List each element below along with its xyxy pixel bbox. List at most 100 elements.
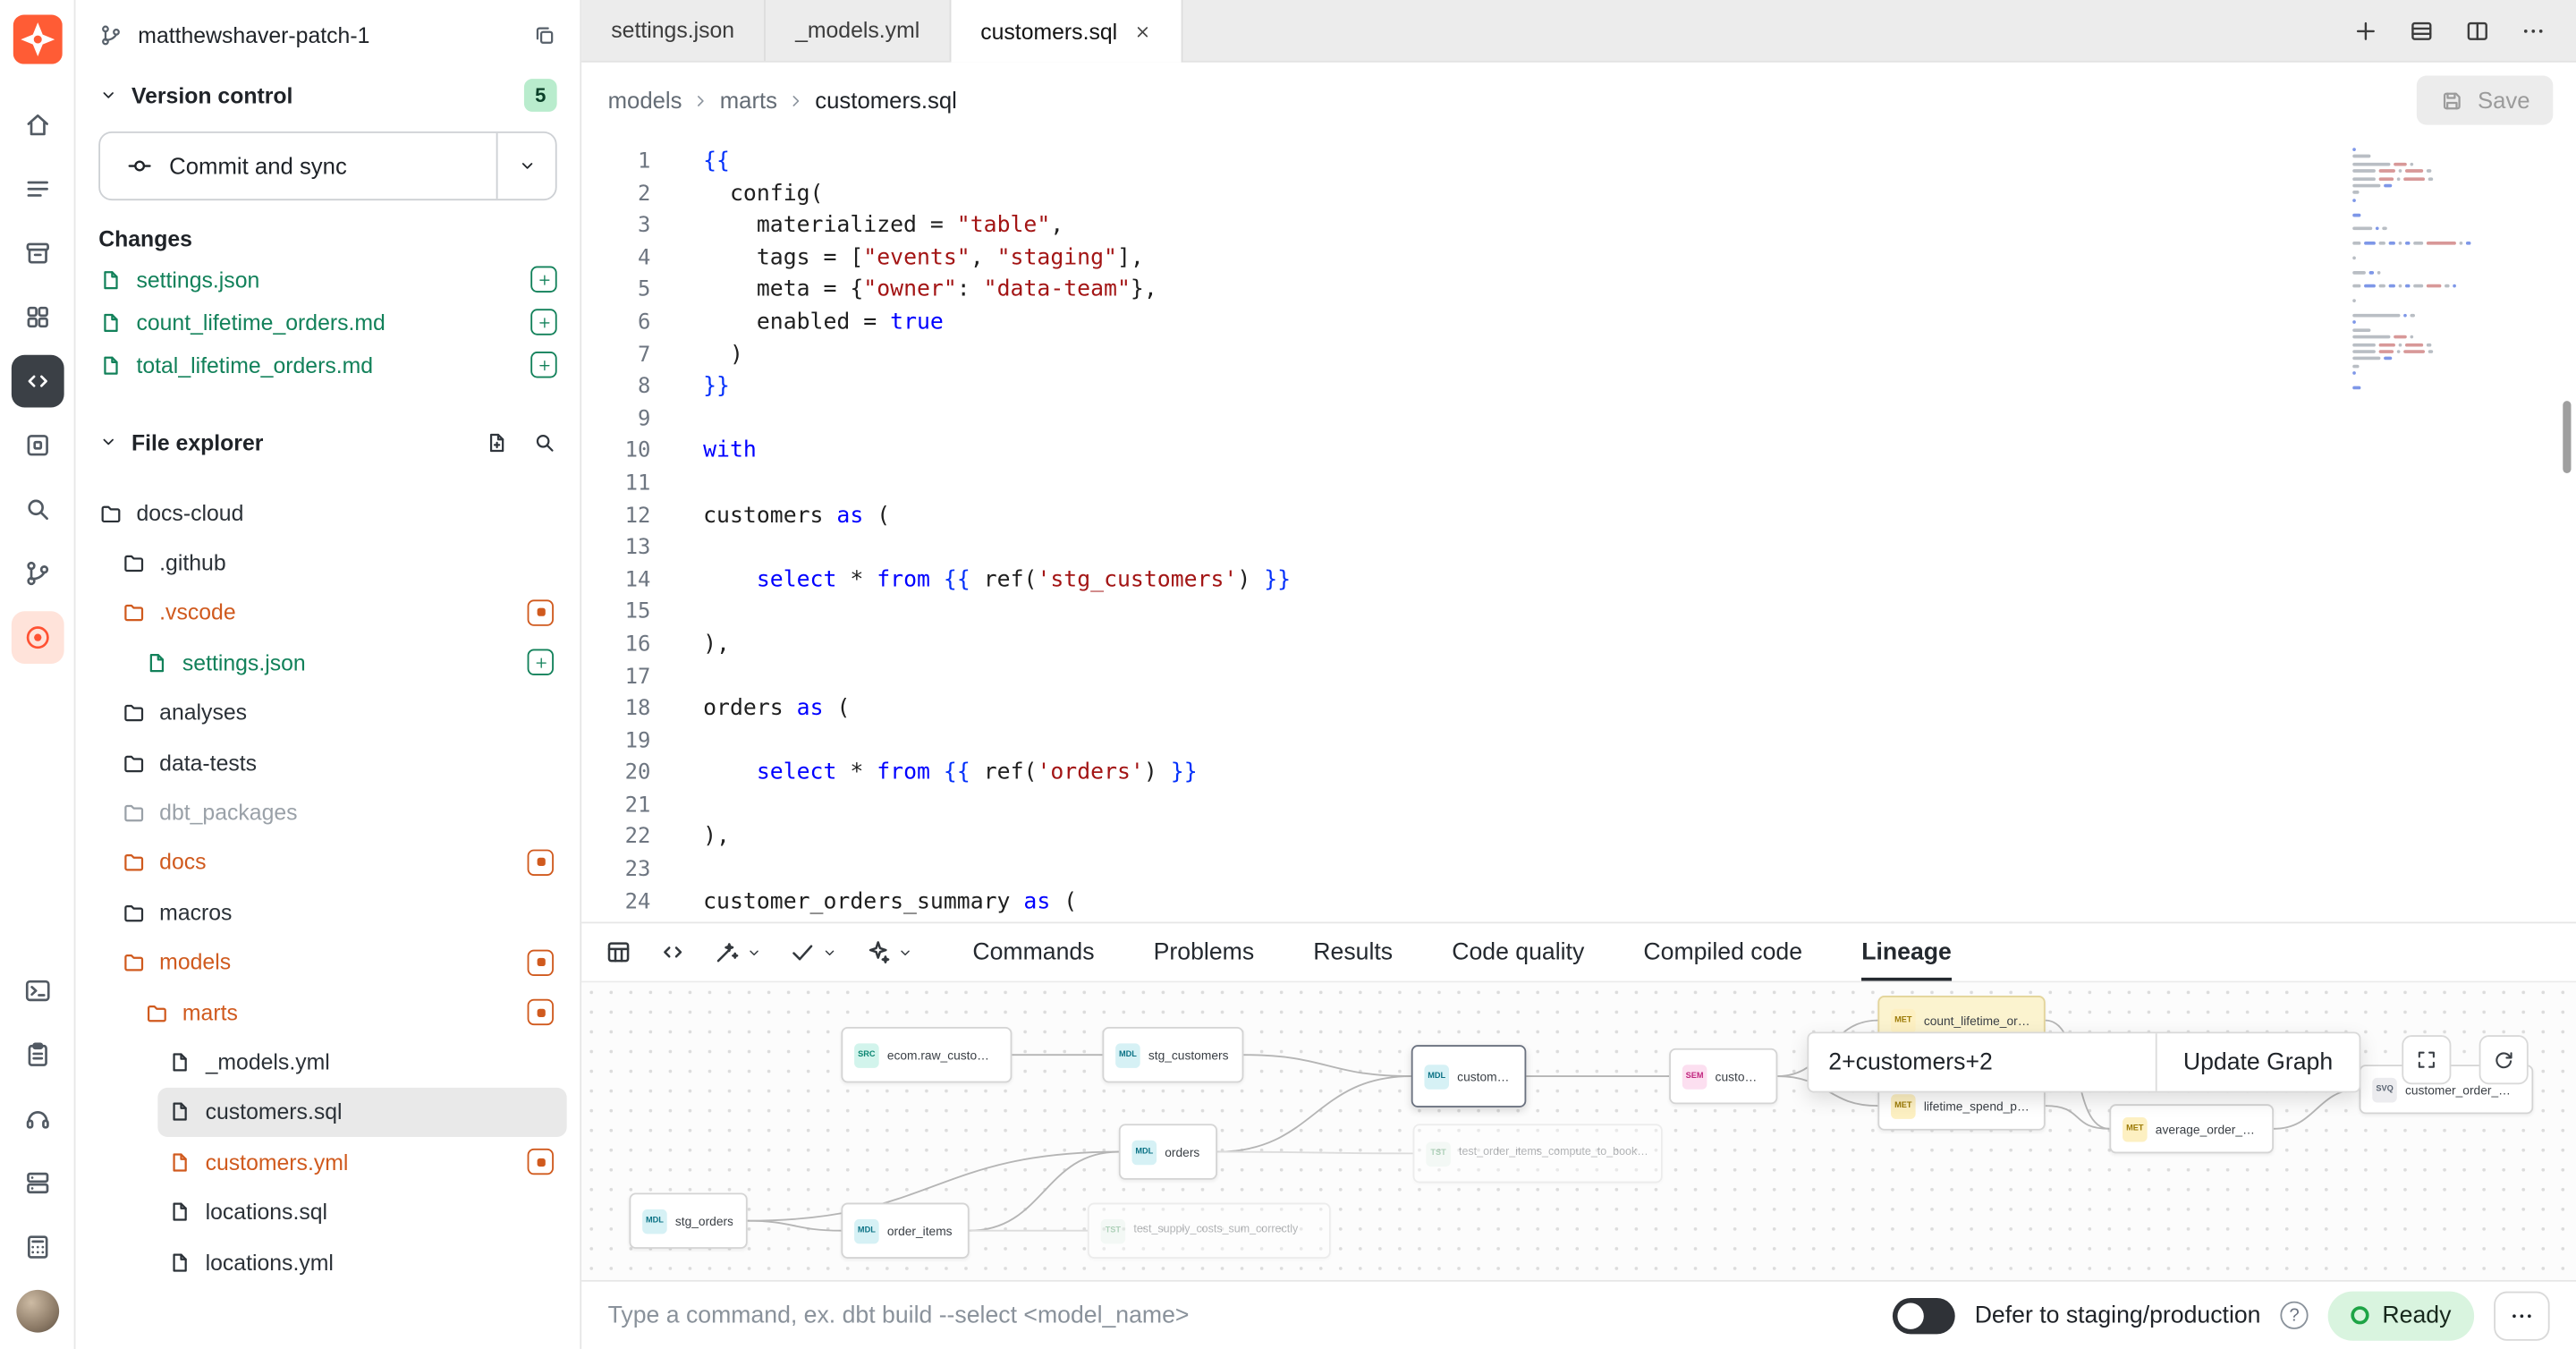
lineage-node-test_order_items[interactable]: TSTtest_order_items_compute_to_book_corr… [1413,1124,1663,1183]
tree-item-docs[interactable]: docs [112,837,567,887]
file-explorer-title: File explorer [131,429,263,454]
command-input[interactable]: Type a command, ex. dbt build --select <… [608,1302,1873,1328]
lineage-node-orders[interactable]: MDLorders [1119,1124,1217,1179]
breadcrumb-item[interactable]: marts [720,87,777,113]
tree-item-models[interactable]: models [112,938,567,988]
rail-item-catalog[interactable] [11,163,64,216]
results-table-button[interactable] [605,938,632,966]
rail-item-jobs[interactable] [11,226,64,279]
rail-item-explore[interactable] [11,483,64,536]
tree-item-analyses[interactable]: analyses [112,688,567,738]
rail-item-apps[interactable] [11,291,64,344]
tree-item-dbt_packages[interactable]: dbt_packages [112,787,567,837]
modified-badge [528,599,554,625]
dbt-cloud-ide: matthewshaver-patch-1 Version control 5 … [0,0,2576,1349]
changed-file-total_lifetime_orders.md[interactable]: total_lifetime_orders.md [75,344,580,386]
changed-file-count_lifetime_orders.md[interactable]: count_lifetime_orders.md [75,301,580,344]
tab-_models.yml[interactable]: _models.yml [766,0,951,61]
tree-item-locations.yml[interactable]: locations.yml [157,1237,566,1287]
rail-item-support[interactable] [11,1092,64,1145]
lineage-node-stg_customers[interactable]: MDLstg_customers [1102,1027,1243,1082]
save-button[interactable]: Save [2417,75,2553,124]
panel-tab-Commands[interactable]: Commands [972,923,1094,980]
new-file-icon[interactable] [485,429,510,454]
user-avatar[interactable] [15,1290,58,1333]
breadcrumb-item[interactable]: customers.sql [815,87,957,113]
lineage-node-customers_sem[interactable]: SEMcustomers [1669,1048,1777,1104]
commit-options-button[interactable] [496,133,555,199]
changed-file-settings.json[interactable]: settings.json [75,258,580,301]
rail-item-semantic-layer[interactable] [11,1221,64,1274]
lint-menu-button[interactable] [713,938,762,966]
rail-item-environments[interactable] [11,419,64,471]
close-tab-icon[interactable] [1134,22,1152,40]
lineage-node-average_order_value[interactable]: METaverage_order_value [2109,1104,2274,1153]
tab-list-icon[interactable] [2409,17,2435,43]
code-line [703,725,2576,758]
more-options-icon[interactable] [2521,17,2546,43]
rail-item-copilot[interactable] [11,611,64,664]
rail-item-tasks[interactable] [11,1029,64,1082]
defer-toggle[interactable] [1893,1297,1955,1333]
node-type-badge: SEM [1682,1064,1707,1089]
panel-tab-Results[interactable]: Results [1313,923,1393,980]
folder-icon [122,700,147,725]
search-icon[interactable] [532,429,557,454]
lineage-node-raw_customers[interactable]: SRCecom.raw_customers [841,1027,1012,1082]
copy-branch-icon[interactable] [532,22,557,47]
code-view-button[interactable] [659,938,687,966]
update-graph-button[interactable]: Update Graph [2156,1033,2360,1090]
code-line: customers as ( [703,500,2576,532]
node-type-badge: MET [1891,1093,1916,1118]
format-menu-button[interactable] [789,938,838,966]
panel-tab-Lineage[interactable]: Lineage [1861,923,1952,980]
panel-tab-Problems[interactable]: Problems [1154,923,1254,980]
tree-item-data-tests[interactable]: data-tests [112,738,567,788]
tree-item-.vscode[interactable]: .vscode [112,588,567,638]
rail-item-orchestration[interactable] [11,547,64,600]
tree-item-.github[interactable]: .github [112,538,567,588]
new-tab-icon[interactable] [2352,17,2378,43]
lineage-node-test_supply[interactable]: TSTtest_supply_costs_sum_correctly [1088,1202,1331,1258]
changes-count-badge: 5 [524,79,557,112]
lineage-selector-input[interactable] [1809,1033,2155,1090]
code-line: ), [703,822,2576,854]
tree-item-locations.sql[interactable]: locations.sql [157,1187,566,1237]
more-button[interactable] [2494,1291,2549,1340]
editor-scrollbar[interactable] [2563,401,2571,473]
panel-tab-Code quality[interactable]: Code quality [1452,923,1584,980]
dbt-logo-icon[interactable] [13,15,62,72]
branch-selector[interactable]: matthewshaver-patch-1 [75,0,580,69]
tab-customers.sql[interactable]: customers.sql [951,0,1182,63]
minimap[interactable] [2340,138,2485,393]
refresh-button[interactable] [2479,1035,2529,1084]
modified-badge [528,1149,554,1175]
lineage-node-order_items[interactable]: MDLorder_items [841,1202,969,1258]
help-icon[interactable]: ? [2281,1302,2309,1329]
tab-settings.json[interactable]: settings.json [581,0,766,61]
tree-item-_models.yml[interactable]: _models.yml [157,1038,566,1088]
tree-item-customers.yml[interactable]: customers.yml [157,1137,566,1187]
code-editor[interactable]: 123456789101112131415161718192021222324 … [581,138,2576,921]
rail-item-data-sources[interactable] [11,1157,64,1209]
rail-item-terminal[interactable] [11,964,64,1017]
tree-item-docs-cloud[interactable]: docs-cloud [89,488,566,539]
rail-item-develop[interactable] [11,355,64,408]
tree-item-marts[interactable]: marts [135,988,567,1038]
rail-item-home[interactable] [11,98,64,151]
breadcrumb-item[interactable]: models [608,87,682,113]
ai-menu-button[interactable] [864,938,913,966]
split-editor-icon[interactable] [2464,17,2490,43]
version-control-header[interactable]: Version control 5 [75,69,580,122]
code-icon [659,938,687,966]
lineage-node-stg_orders[interactable]: MDLstg_orders [629,1192,747,1248]
table-icon [605,938,632,966]
tree-item-macros[interactable]: macros [112,887,567,938]
fullscreen-button[interactable] [2402,1035,2451,1084]
tree-item-customers.sql[interactable]: customers.sql [157,1087,566,1137]
commit-and-sync-button[interactable]: Commit and sync [100,133,496,199]
file-explorer-header[interactable]: File explorer [75,416,580,469]
lineage-node-customers_mdl[interactable]: MDLcustomers [1411,1045,1527,1107]
panel-tab-Compiled code[interactable]: Compiled code [1643,923,1802,980]
tree-item-settings.json[interactable]: settings.json [135,638,567,688]
